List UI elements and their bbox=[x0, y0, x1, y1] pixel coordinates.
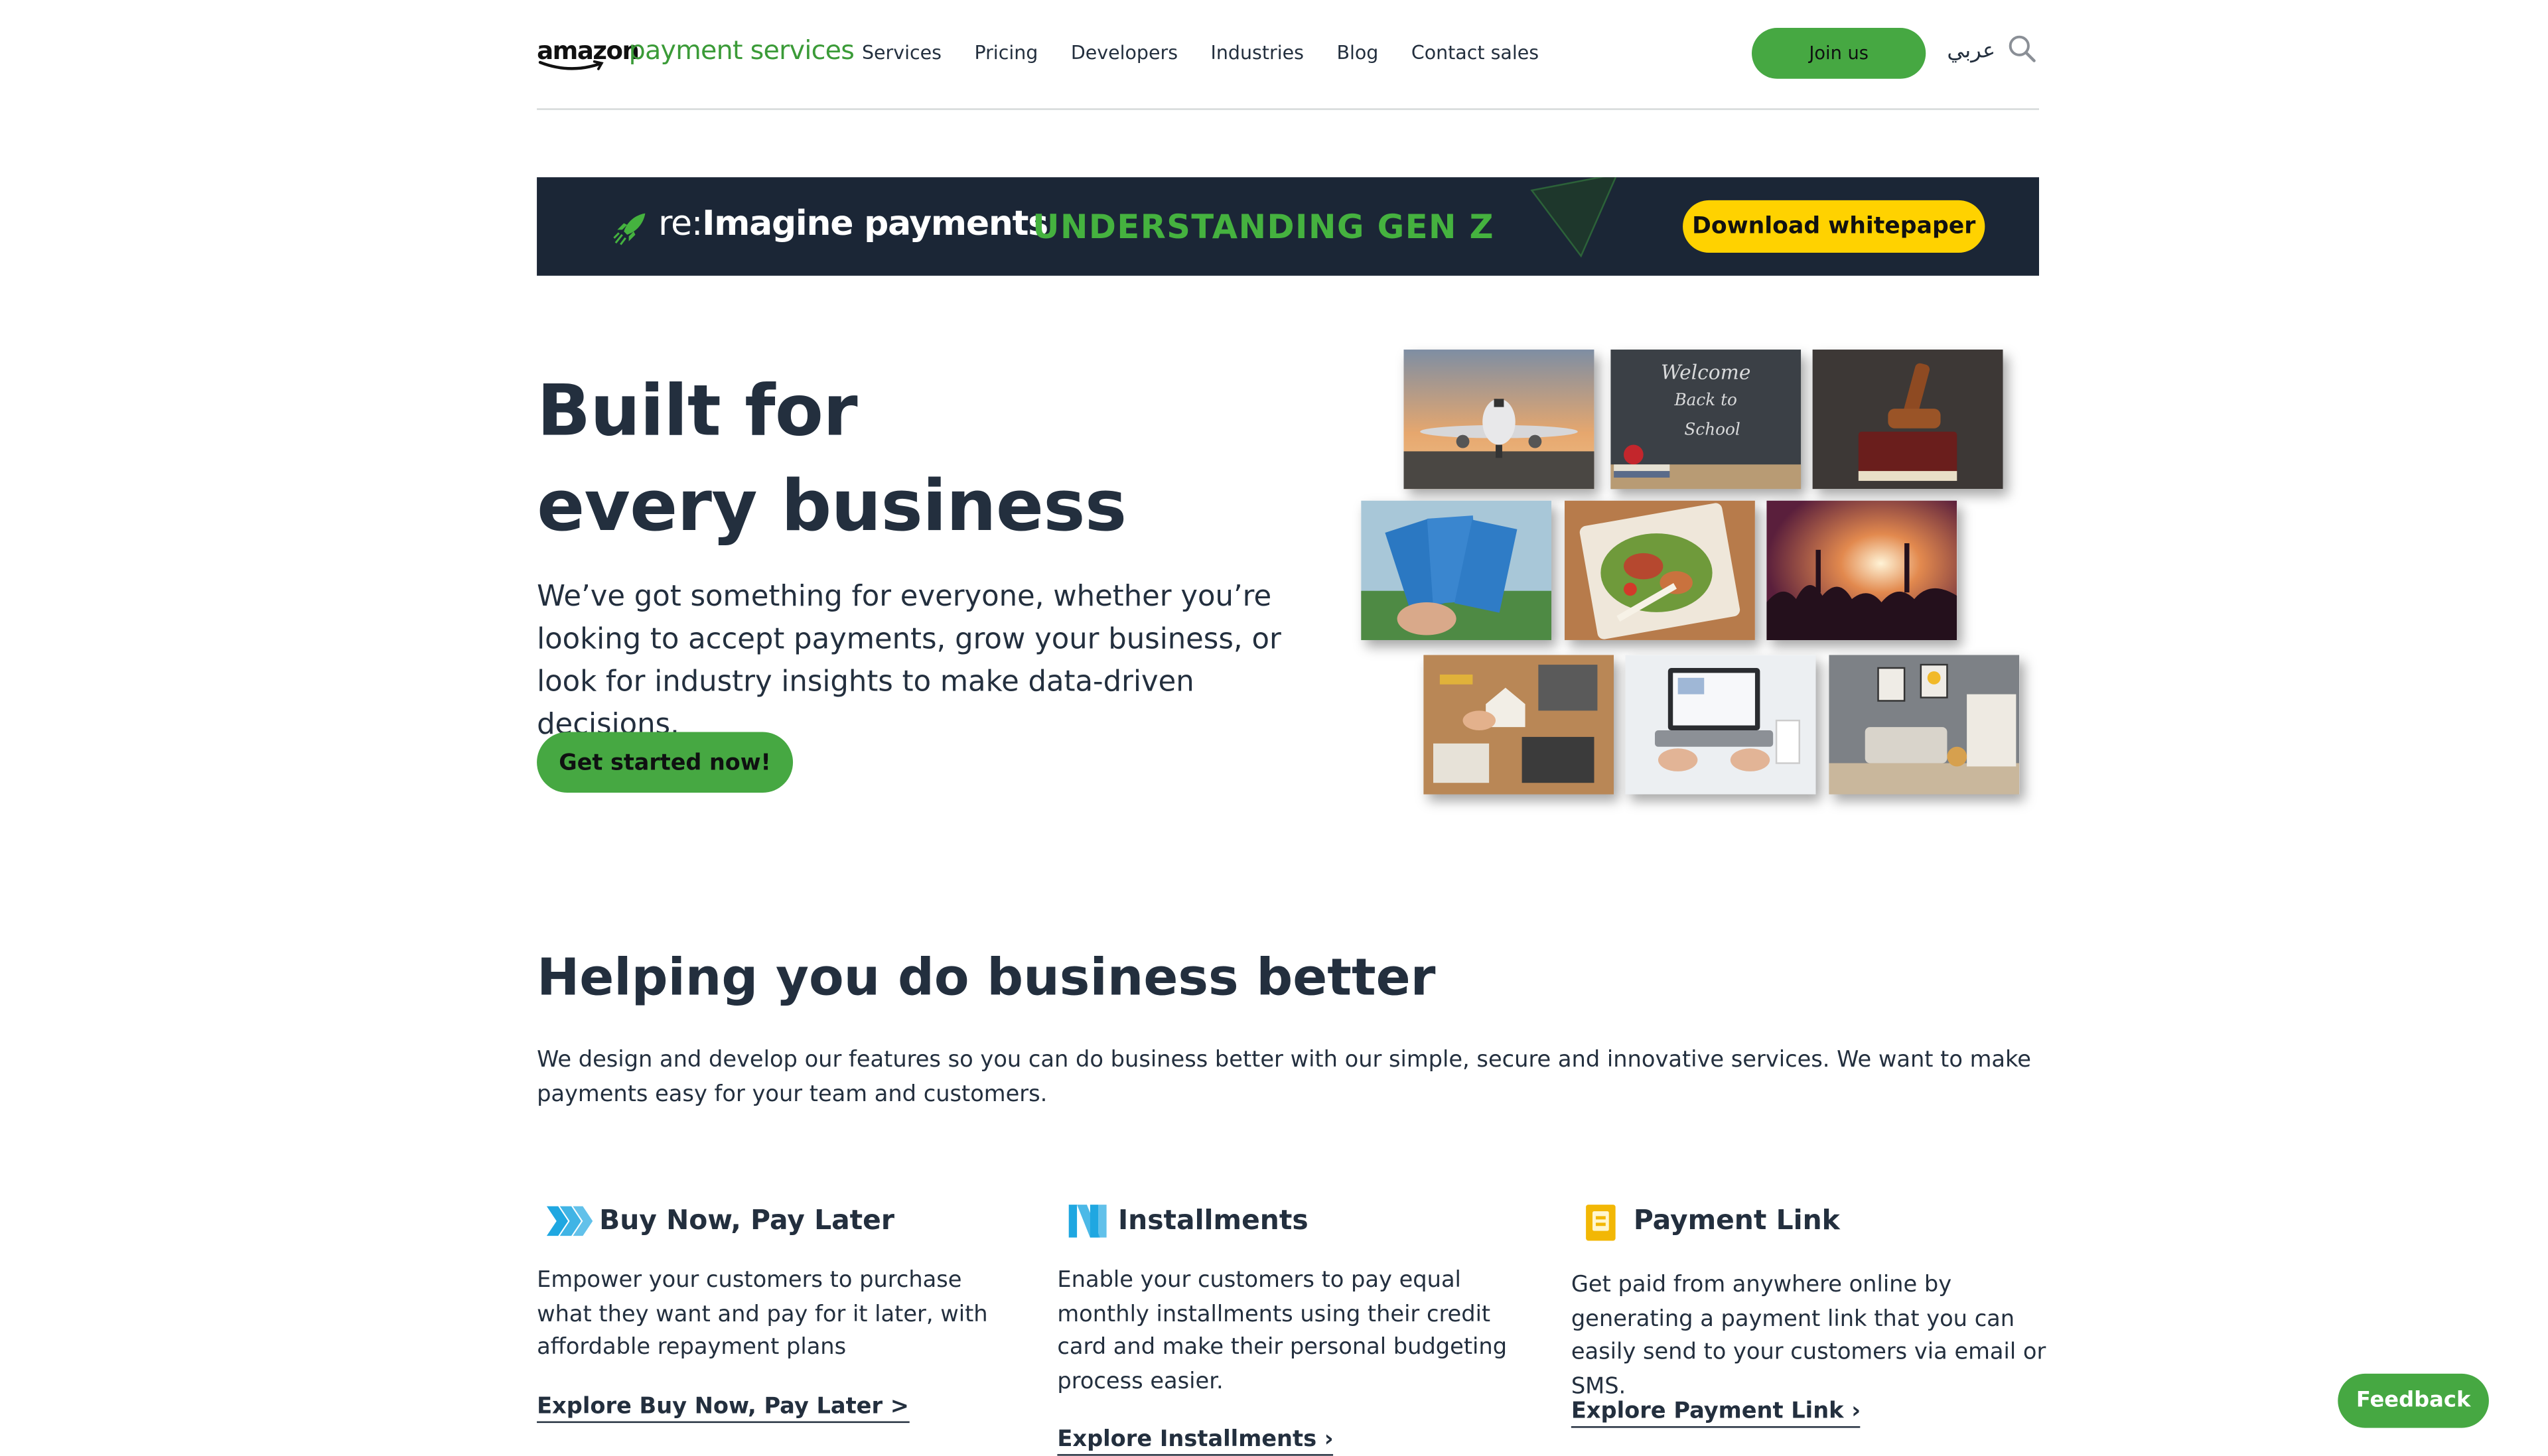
banner-brand-prefix: re: bbox=[658, 203, 703, 243]
nav-blog[interactable]: Blog bbox=[1336, 41, 1378, 64]
laptop-shopping-image bbox=[1625, 655, 1816, 795]
feature-title: Installments bbox=[1117, 1205, 1309, 1236]
nav-services[interactable]: Services bbox=[862, 41, 942, 64]
installments-icon bbox=[1068, 1205, 1107, 1238]
logo-service-text: payment services bbox=[628, 34, 855, 66]
tickets-image bbox=[1361, 500, 1552, 640]
hero-description: We’ve got something for everyone, whethe… bbox=[537, 580, 1281, 742]
chalkboard-text-1: Welcome bbox=[1661, 362, 1750, 385]
nav-pricing[interactable]: Pricing bbox=[974, 41, 1038, 64]
promo-banner[interactable]: re:Imagine payments UNDERSTANDING GEN Z … bbox=[537, 177, 2039, 276]
salad-image bbox=[1564, 500, 1755, 640]
site-header: amazon payment services Services Pricing… bbox=[537, 0, 2039, 110]
language-switch-arabic[interactable]: عربي bbox=[1947, 39, 1995, 64]
chalkboard-text-2: Back to bbox=[1673, 390, 1736, 409]
explore-bnpl-link[interactable]: Explore Buy Now, Pay Later > bbox=[537, 1394, 909, 1423]
download-whitepaper-button[interactable]: Download whitepaper bbox=[1683, 200, 1985, 253]
hero-title: Built for every business bbox=[537, 364, 1127, 555]
hero-title-line1: Built for bbox=[537, 371, 858, 453]
gavel-image bbox=[1812, 350, 2003, 490]
explore-payment-link-link[interactable]: Explore Payment Link › bbox=[1571, 1398, 1861, 1428]
amazon-smile-icon bbox=[538, 60, 604, 70]
search-icon[interactable] bbox=[2008, 34, 2038, 64]
banner-headline: UNDERSTANDING GEN Z bbox=[1032, 206, 1495, 247]
banner-brand-name: Imagine payments bbox=[702, 203, 1048, 243]
hero-title-line2: every business bbox=[537, 466, 1127, 549]
section-title: Helping you do business better bbox=[537, 949, 1436, 1008]
feedback-button[interactable]: Feedback bbox=[2338, 1373, 2489, 1428]
feature-title: Buy Now, Pay Later bbox=[599, 1205, 894, 1236]
payment-link-icon bbox=[1586, 1205, 1616, 1241]
section-description: We design and develop our features so yo… bbox=[537, 1047, 2031, 1107]
banner-brand: re:Imagine payments bbox=[658, 204, 1048, 243]
nav-developers[interactable]: Developers bbox=[1071, 41, 1178, 64]
explore-installments-link[interactable]: Explore Installments › bbox=[1057, 1426, 1334, 1456]
bnpl-icon bbox=[546, 1206, 593, 1236]
concert-image bbox=[1766, 500, 1957, 640]
decorative-triangle bbox=[1530, 177, 1617, 258]
school-chalkboard-image: Welcome Back to School bbox=[1610, 350, 1802, 490]
airplane-image bbox=[1403, 350, 1594, 490]
living-room-image bbox=[1829, 655, 2020, 795]
join-us-button[interactable]: Join us bbox=[1752, 28, 1926, 79]
feature-title: Payment Link bbox=[1633, 1205, 1840, 1236]
feature-description: Empower your customers to purchase what … bbox=[537, 1267, 988, 1361]
get-started-button[interactable]: Get started now! bbox=[537, 732, 794, 793]
main-nav: Services Pricing Developers Industries B… bbox=[862, 41, 1572, 64]
feature-description: Enable your customers to pay equal month… bbox=[1057, 1267, 1508, 1394]
chalkboard-text-3: School bbox=[1684, 420, 1740, 439]
nav-contact-sales[interactable]: Contact sales bbox=[1411, 41, 1539, 64]
rocket-icon bbox=[613, 213, 646, 245]
feature-description: Get paid from anywhere online by generat… bbox=[1571, 1272, 2046, 1400]
construction-desk-image bbox=[1423, 655, 1614, 795]
nav-industries[interactable]: Industries bbox=[1211, 41, 1304, 64]
